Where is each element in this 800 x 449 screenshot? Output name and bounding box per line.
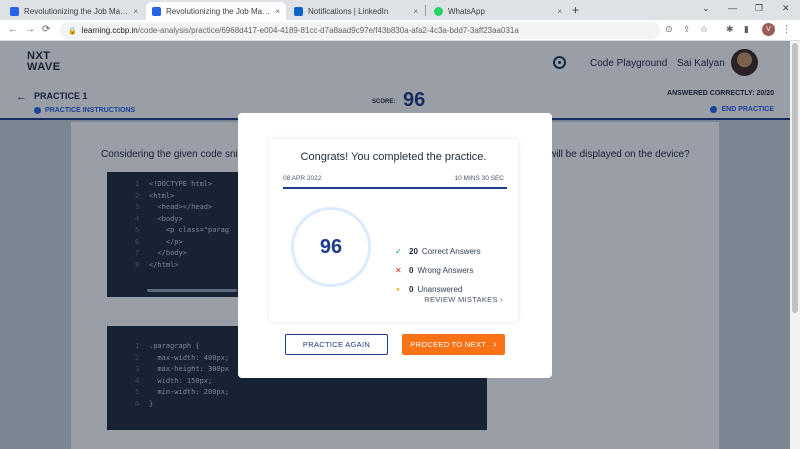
url-host: learning.ccbp.in (81, 26, 138, 35)
whatsapp-icon (434, 6, 443, 16)
stat-unanswered-label: Unanswered (417, 285, 463, 294)
dot-icon: ● (396, 286, 400, 293)
restore-icon[interactable]: ❐ (755, 3, 763, 14)
minimize-icon[interactable]: — (728, 3, 737, 13)
stat-unanswered-count: 0 (409, 285, 414, 294)
reload-icon[interactable]: ⟳ (42, 24, 50, 35)
browser-tab-3[interactable]: Notifications | LinkedIn × (288, 2, 424, 20)
tab-close-icon[interactable]: × (275, 7, 280, 16)
stat-wrong-count: 0 (409, 266, 414, 275)
progress-divider-fill (283, 187, 507, 189)
bookmark-star-icon[interactable]: ☆ (700, 24, 708, 35)
scrollbar-thumb[interactable] (792, 43, 798, 313)
tab-separator (425, 5, 426, 16)
google-lens-icon[interactable]: ⊙ (665, 24, 673, 35)
review-mistakes-label: REVIEW MISTAKES (424, 295, 498, 304)
tab-title: Notifications | LinkedIn (308, 6, 389, 16)
tab-strip: Revolutionizing the Job Market | × Revol… (0, 0, 800, 20)
stat-correct-count: 20 (409, 247, 418, 256)
stat-correct-label: Correct Answers (421, 247, 481, 256)
share-icon[interactable]: ⇪ (683, 24, 691, 35)
congrats-heading: Congrats! You completed the practice. (300, 151, 487, 163)
cross-icon: ✕ (395, 266, 402, 275)
linkedin-icon (294, 6, 303, 16)
results-card: Congrats! You completed the practice. 08… (269, 139, 518, 322)
lock-icon: 🔒 (68, 27, 77, 35)
back-icon[interactable]: ← (8, 24, 18, 35)
completion-date: 08 APR 2022 (283, 175, 322, 182)
browser-toolbar: ← → ⟳ 🔒 learning.ccbp.in/code-analysis/p… (0, 20, 800, 41)
stat-wrong: ✕ 0 Wrong Answers (395, 266, 473, 275)
address-bar[interactable]: 🔒 learning.ccbp.in/code-analysis/practic… (60, 22, 660, 39)
review-mistakes-link[interactable]: REVIEW MISTAKES › (424, 295, 503, 304)
page-scrollbar[interactable] (790, 41, 800, 449)
tab-favicon-icon (152, 6, 161, 16)
tab-title: Revolutionizing the Job Market | (166, 6, 272, 16)
check-icon: ✓ (395, 247, 402, 256)
score-ring: 96 (291, 207, 371, 287)
practice-again-button[interactable]: PRACTICE AGAIN (285, 334, 388, 355)
chevron-right-icon: › (500, 295, 503, 304)
chevron-right-icon: › (493, 339, 497, 350)
stat-correct: ✓ 20 Correct Answers (395, 247, 481, 256)
stat-wrong-label: Wrong Answers (417, 266, 474, 275)
ring-score-value: 96 (319, 235, 343, 258)
proceed-to-next-button[interactable]: PROCEED TO NEXT › (402, 334, 505, 355)
new-tab-button[interactable]: + (572, 3, 579, 17)
menu-icon[interactable]: ⋮ (782, 24, 791, 35)
tab-title: WhatsApp (448, 6, 485, 16)
profile-avatar[interactable]: V (762, 23, 775, 36)
browser-tab-1[interactable]: Revolutionizing the Job Market | × (4, 2, 144, 20)
extensions-icon[interactable]: ✱ (726, 24, 734, 35)
tab-title: Revolutionizing the Job Market | (24, 6, 130, 16)
side-panel-icon[interactable]: ▮ (744, 24, 749, 35)
progress-divider (283, 187, 507, 189)
forward-icon[interactable]: → (25, 24, 35, 35)
tab-close-icon[interactable]: × (133, 7, 138, 16)
browser-tab-4[interactable]: WhatsApp × (428, 2, 568, 20)
url-path: /code-analysis/practice/6968d417-e004-41… (137, 26, 519, 35)
stat-unanswered: ● 0 Unanswered (395, 285, 462, 294)
tab-search-icon[interactable]: ⌄ (702, 3, 710, 14)
browser-tab-2[interactable]: Revolutionizing the Job Market | × (146, 2, 286, 20)
completion-duration: 10 MINS 30 SEC (454, 175, 505, 182)
tab-favicon-icon (10, 6, 19, 16)
window-close-icon[interactable]: ✕ (782, 3, 790, 14)
proceed-to-next-label: PROCEED TO NEXT (410, 340, 487, 349)
tab-close-icon[interactable]: × (557, 7, 562, 16)
tab-close-icon[interactable]: × (413, 7, 418, 16)
results-modal: Congrats! You completed the practice. 08… (238, 113, 552, 378)
